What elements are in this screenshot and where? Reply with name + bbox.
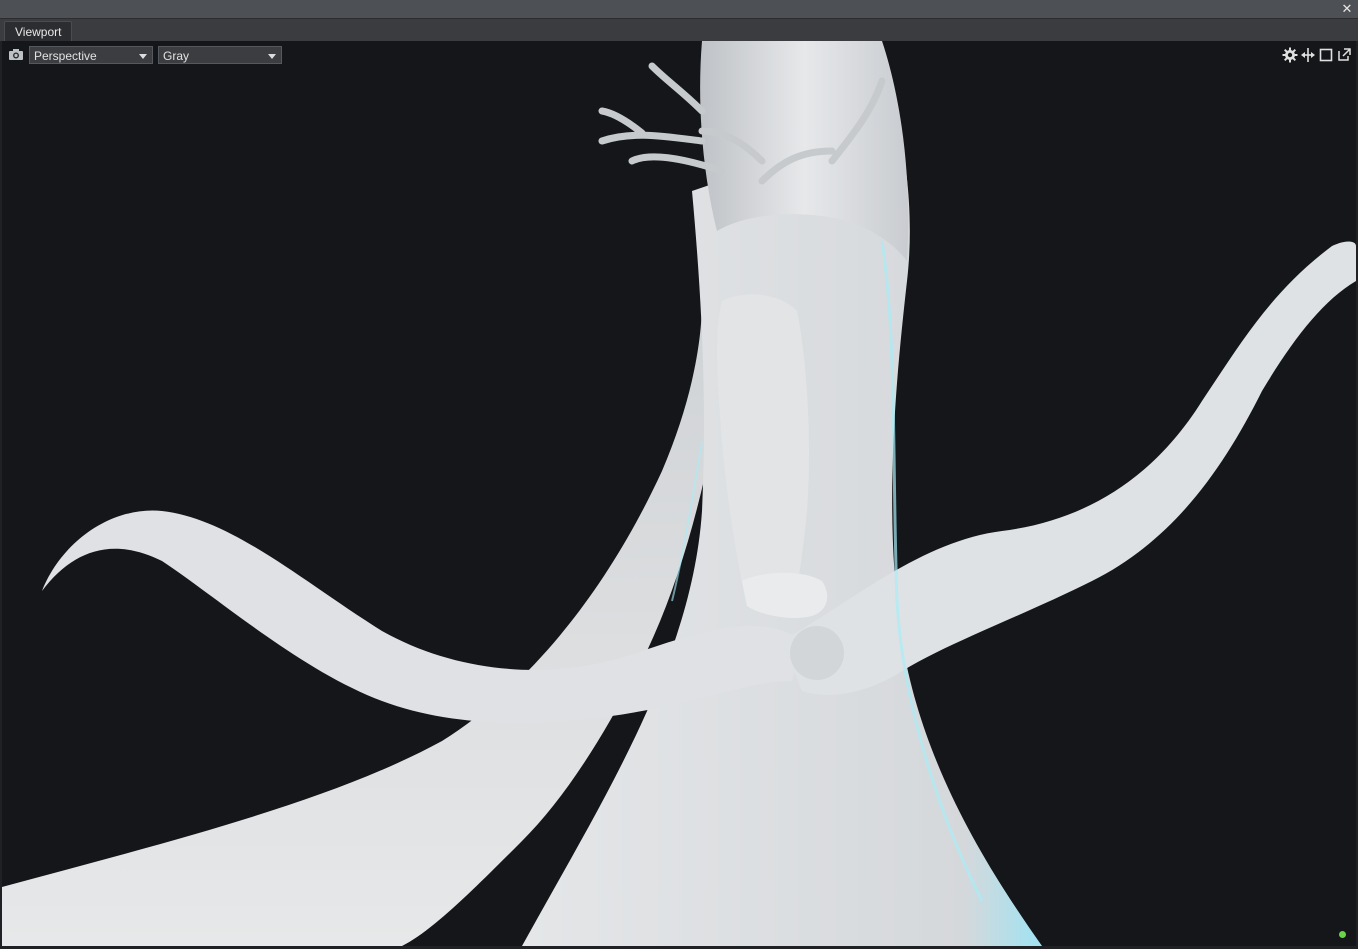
chevron-down-icon	[139, 54, 147, 59]
projection-select[interactable]: Perspective	[29, 46, 153, 64]
status-indicator	[1339, 931, 1346, 938]
maximize-icon[interactable]	[1318, 47, 1334, 63]
chevron-down-icon	[268, 54, 276, 59]
shading-value: Gray	[163, 49, 190, 63]
close-icon[interactable]: ✕	[1340, 0, 1354, 18]
tab-viewport[interactable]: Viewport	[4, 21, 73, 42]
move-arrows-icon[interactable]	[1300, 47, 1316, 63]
shading-select[interactable]: Gray	[158, 46, 282, 64]
window-titlebar: ✕	[0, 0, 1358, 19]
sculpt-render[interactable]	[2, 41, 1356, 946]
popout-icon[interactable]	[1336, 47, 1352, 63]
tab-bar: Viewport	[0, 19, 1358, 42]
camera-icon[interactable]	[8, 48, 24, 62]
gear-icon[interactable]	[1282, 47, 1298, 63]
projection-value: Perspective	[34, 49, 97, 63]
viewport[interactable]: Perspective Gray	[2, 41, 1356, 946]
bow-grip-orb	[790, 626, 844, 680]
